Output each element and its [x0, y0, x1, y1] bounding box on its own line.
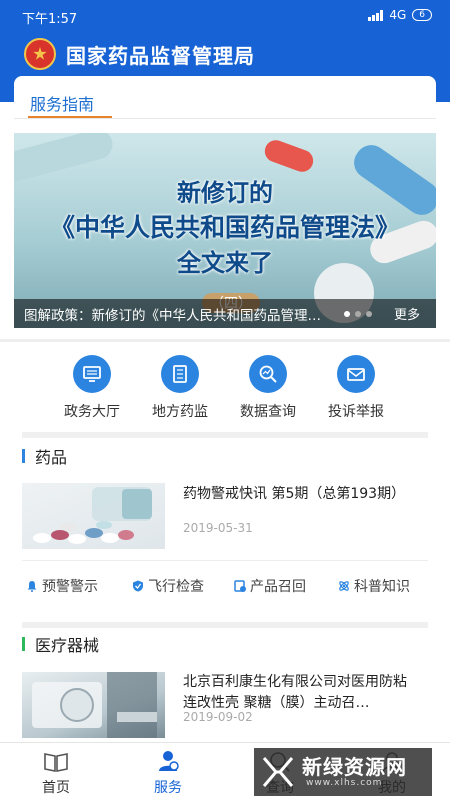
- category-label: 飞行检查: [148, 579, 204, 595]
- section-title: 医疗器械: [35, 636, 100, 655]
- category-product-recall[interactable]: 产品召回: [234, 576, 306, 596]
- status-time: 下午1:57: [22, 12, 78, 27]
- nav-home[interactable]: 首页: [16, 743, 96, 800]
- banner-headline-2: 《中华人民共和国药品管理法》: [49, 213, 400, 242]
- recall-icon: [234, 580, 246, 592]
- banner-carousel[interactable]: 新修订的 《中华人民共和国药品管理法》 全文来了 （四） 图解政策：新修订的《中…: [14, 133, 436, 328]
- carousel-indicator: [344, 311, 372, 317]
- mail-icon: [337, 355, 375, 393]
- category-science-knowledge[interactable]: 科普知识: [338, 576, 410, 596]
- notebook-icon: [161, 355, 199, 393]
- tab-divider: [14, 118, 436, 119]
- banner-headline-1: 新修订的: [177, 179, 273, 207]
- more-link[interactable]: 更多: [394, 304, 420, 323]
- status-indicators: 4G 6: [368, 8, 432, 22]
- page-title: 国家药品监督管理局: [66, 44, 255, 68]
- quick-link-local-regulators[interactable]: 地方药监: [140, 355, 220, 421]
- capsule-decoration: [261, 137, 317, 175]
- quick-link-service-hall[interactable]: 政务大厅: [52, 355, 132, 421]
- quick-link-label: 地方药监: [152, 404, 208, 420]
- banner-caption-bar: 图解政策：新修订的《中华人民共和国药品管理法》 更多: [14, 299, 436, 328]
- banner-caption[interactable]: 图解政策：新修订的《中华人民共和国药品管理法》: [24, 304, 334, 324]
- divider: [0, 339, 450, 342]
- device-news-date: 2019-09-02: [183, 710, 253, 724]
- bell-icon: [26, 580, 38, 592]
- shield-check-icon: [132, 580, 144, 592]
- nav-service[interactable]: 服务: [128, 743, 208, 800]
- book-icon: [44, 753, 68, 772]
- signal-icon: [368, 9, 384, 21]
- banner-headline-3: 全文来了: [177, 249, 273, 277]
- section-divider: [22, 432, 428, 438]
- watermark-text: 新绿资源网: [302, 755, 407, 779]
- watermark-overlay: 新绿资源网 www.xlhs.com: [254, 748, 432, 796]
- section-marker: [22, 449, 25, 463]
- quick-link-label: 数据查询: [240, 404, 296, 420]
- section-header-devices: 医疗器械: [22, 632, 99, 656]
- drug-news-title[interactable]: 药物警戒快讯 第5期（总第193期）: [183, 484, 418, 505]
- network-type: 4G: [389, 8, 407, 22]
- watermark-logo: [262, 757, 294, 787]
- magnifier-chart-icon: [249, 355, 287, 393]
- divider: [22, 560, 428, 561]
- quick-link-data-query[interactable]: 数据查询: [228, 355, 308, 421]
- section-marker: [22, 637, 25, 651]
- quick-link-label: 政务大厅: [64, 404, 120, 420]
- drug-news-thumbnail[interactable]: [22, 483, 165, 549]
- monitor-icon: [73, 355, 111, 393]
- nav-label: 服务: [154, 780, 182, 796]
- category-label: 预警警示: [42, 579, 98, 595]
- section-title: 药品: [35, 448, 68, 467]
- category-early-warning[interactable]: 预警警示: [26, 576, 98, 596]
- category-label: 科普知识: [354, 579, 410, 595]
- tab-service-guide[interactable]: 服务指南: [30, 91, 94, 115]
- quick-link-label: 投诉举报: [328, 404, 384, 420]
- status-bar: 下午1:57 4G 6: [0, 0, 450, 32]
- atom-icon: [338, 580, 350, 592]
- section-divider: [22, 622, 428, 628]
- drug-news-date: 2019-05-31: [183, 521, 253, 535]
- quick-link-complaints[interactable]: 投诉举报: [316, 355, 396, 421]
- section-header-drugs: 药品: [22, 444, 67, 468]
- person-icon: [159, 751, 179, 771]
- national-emblem-logo: [24, 38, 56, 70]
- device-news-thumbnail[interactable]: [22, 672, 165, 738]
- category-label: 产品召回: [250, 579, 306, 595]
- drug-category-row: 预警警示 飞行检查 产品召回 科普知识: [22, 576, 428, 598]
- category-flight-inspection[interactable]: 飞行检查: [132, 576, 204, 596]
- nav-label: 首页: [42, 780, 70, 796]
- battery-icon: 6: [412, 9, 432, 21]
- device-news-title[interactable]: 北京百利康生化有限公司对医用防粘连改性壳 聚糖（膜）主动召…: [183, 672, 418, 714]
- watermark-url: www.xlhs.com: [306, 778, 383, 788]
